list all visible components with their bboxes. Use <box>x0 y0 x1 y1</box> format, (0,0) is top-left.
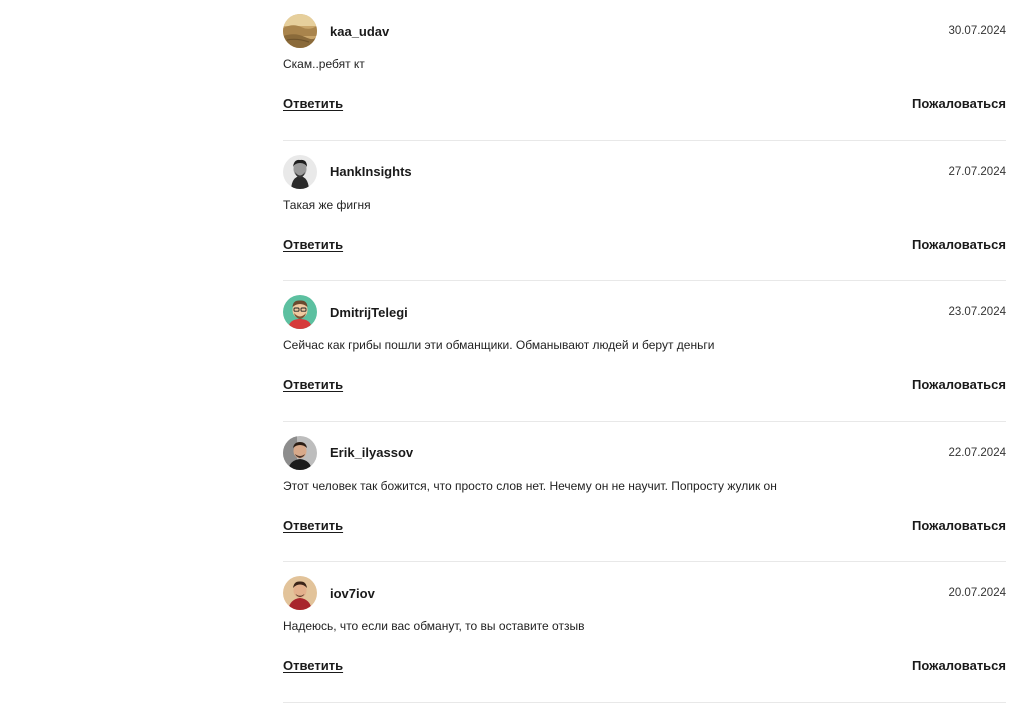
reply-link[interactable]: Ответить <box>283 518 343 533</box>
comment-date: 22.07.2024 <box>948 446 1006 459</box>
comment-date: 27.07.2024 <box>948 165 1006 178</box>
comment-username[interactable]: DmitrijTelegi <box>330 305 408 320</box>
comment-text: Надеюсь, что если вас обманут, то вы ост… <box>283 619 585 633</box>
comment-item: Erik_ilyassov 22.07.2024 Этот человек та… <box>283 422 1006 562</box>
comment-date: 20.07.2024 <box>948 587 1006 599</box>
comment-header: Erik_ilyassov 22.07.2024 <box>283 435 1006 470</box>
comment-header: iov7iov 20.07.2024 <box>283 576 1006 610</box>
report-link[interactable]: Пожаловаться <box>912 658 1006 673</box>
red-shirt-portrait-avatar[interactable] <box>283 576 317 610</box>
comment-item: HankInsights 27.07.2024 Такая же фигня О… <box>283 141 1006 281</box>
comment-username[interactable]: kaa_udav <box>330 24 389 39</box>
report-link[interactable]: Пожаловаться <box>912 237 1006 252</box>
cartoon-avatar[interactable] <box>283 295 317 329</box>
comment-text: Такая же фигня <box>283 197 371 212</box>
comment-username[interactable]: HankInsights <box>330 164 412 179</box>
comment-header: DmitrijTelegi 23.07.2024 <box>283 295 1006 329</box>
comment-text: Этот человек так божится, что просто сло… <box>283 478 777 493</box>
reply-link[interactable]: Ответить <box>283 377 343 392</box>
comment-date: 30.07.2024 <box>948 25 1006 37</box>
comment-username[interactable]: iov7iov <box>330 586 375 601</box>
comment-text: Сейчас как грибы пошли эти обманщики. Об… <box>283 338 715 352</box>
report-link[interactable]: Пожаловаться <box>912 518 1006 533</box>
man-portrait-avatar[interactable] <box>283 435 317 470</box>
comment-item: kaa_udav 30.07.2024 Скам..ребят кт Ответ… <box>283 0 1006 141</box>
reply-link[interactable]: Ответить <box>283 658 343 673</box>
reply-link[interactable]: Ответить <box>283 96 343 111</box>
reply-link[interactable]: Ответить <box>283 237 343 252</box>
comment-username[interactable]: Erik_ilyassov <box>330 445 413 460</box>
report-link[interactable]: Пожаловаться <box>912 96 1006 111</box>
report-link[interactable]: Пожаловаться <box>912 377 1006 392</box>
comment-item: DmitrijTelegi 23.07.2024 Сейчас как гриб… <box>283 281 1006 422</box>
desert-landscape-avatar[interactable] <box>283 14 317 48</box>
comment-text: Скам..ребят кт <box>283 57 365 71</box>
comment-header: kaa_udav 30.07.2024 <box>283 14 1006 48</box>
comment-header: HankInsights 27.07.2024 <box>283 154 1006 189</box>
comment-item: iov7iov 20.07.2024 Надеюсь, что если вас… <box>283 562 1006 703</box>
comment-date: 23.07.2024 <box>948 306 1006 318</box>
bw-portrait-avatar[interactable] <box>283 154 317 189</box>
comments-list: kaa_udav 30.07.2024 Скам..ребят кт Ответ… <box>283 0 1006 703</box>
